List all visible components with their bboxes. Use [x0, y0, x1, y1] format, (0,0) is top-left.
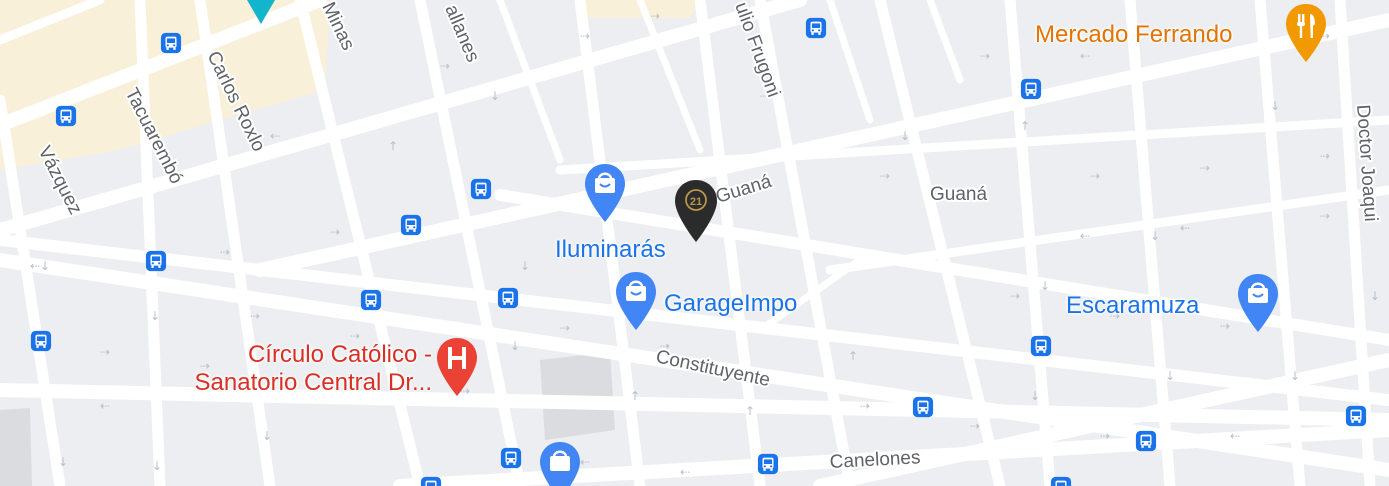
shopping-bag-pin-icon-garageimpo[interactable] [614, 270, 658, 332]
shopping-bag-pin-icon-bottom[interactable] [538, 440, 582, 486]
bus-stop-icon[interactable] [1345, 405, 1367, 427]
svg-text:↓: ↓ [40, 259, 50, 273]
hospital-pin-icon[interactable] [435, 336, 479, 398]
century21-badge-text: 21 [690, 196, 702, 208]
svg-text:↓: ↓ [510, 339, 520, 353]
svg-text:⇢: ⇢ [970, 419, 980, 433]
bus-stop-icon[interactable] [360, 289, 382, 311]
svg-text:↑: ↑ [1020, 119, 1030, 133]
svg-text:⇠: ⇠ [1230, 429, 1240, 443]
svg-text:↓: ↓ [1040, 279, 1050, 293]
svg-text:↑: ↑ [848, 349, 858, 363]
bus-stop-icon[interactable] [500, 447, 522, 469]
bus-stop-icon[interactable] [145, 250, 167, 272]
svg-text:⇢: ⇢ [580, 29, 590, 43]
bus-stop-icon[interactable] [912, 396, 934, 418]
svg-text:⇢: ⇢ [440, 59, 450, 73]
svg-text:↑: ↑ [630, 389, 640, 403]
bus-stop-icon[interactable] [1135, 430, 1157, 452]
svg-text:↓: ↓ [900, 129, 910, 143]
bus-stop-icon[interactable] [160, 32, 182, 54]
svg-text:⇢: ⇢ [100, 345, 110, 359]
bus-stop-icon[interactable] [55, 105, 77, 127]
svg-text:⇢: ⇢ [330, 225, 340, 239]
svg-text:↑: ↑ [745, 404, 755, 418]
svg-text:⇢: ⇢ [1100, 429, 1110, 443]
svg-text:⇢: ⇢ [560, 321, 570, 335]
shopping-bag-pin-icon-iluminaras[interactable] [583, 162, 627, 224]
bus-stop-icon[interactable] [1030, 335, 1052, 357]
svg-text:⇠: ⇠ [1080, 229, 1090, 243]
poi-iluminaras-label[interactable]: Iluminarás [555, 236, 666, 264]
svg-text:↓: ↓ [1290, 369, 1300, 383]
svg-text:↓: ↓ [1370, 289, 1380, 303]
svg-text:↓: ↓ [1150, 229, 1160, 243]
century21-pin-icon[interactable]: 21 [673, 178, 719, 244]
svg-text:⇢: ⇢ [860, 399, 870, 413]
bus-stop-icon[interactable] [400, 214, 422, 236]
bus-stop-icon[interactable] [420, 476, 442, 486]
restaurant-pin-icon[interactable] [1284, 2, 1328, 64]
svg-text:↓: ↓ [1165, 369, 1175, 383]
svg-text:⇠: ⇠ [30, 259, 40, 273]
svg-text:⇢: ⇢ [880, 169, 890, 183]
bus-stop-icon[interactable] [1020, 78, 1042, 100]
svg-text:⇢: ⇢ [1220, 319, 1230, 333]
svg-text:⇢: ⇢ [220, 245, 230, 259]
svg-text:⇠: ⇠ [1080, 49, 1090, 63]
svg-text:⇢: ⇢ [1320, 149, 1330, 163]
svg-text:⇢: ⇢ [1090, 169, 1100, 183]
poi-circulo-catolico-label-line2[interactable]: Sanatorio Central Dr... [142, 369, 432, 397]
svg-text:⇢: ⇢ [1010, 289, 1020, 303]
svg-text:⇢: ⇢ [980, 49, 990, 63]
svg-text:↓: ↓ [58, 455, 68, 469]
svg-text:⇢: ⇢ [1200, 161, 1210, 175]
svg-text:↓: ↓ [262, 429, 272, 443]
bus-stop-icon[interactable] [1050, 476, 1072, 486]
poi-circulo-catolico-label-line1[interactable]: Círculo Católico - [192, 341, 432, 369]
poi-escaramuza-label[interactable]: Escaramuza [1066, 292, 1199, 320]
svg-text:⇢: ⇢ [250, 309, 260, 323]
svg-text:↓: ↓ [150, 309, 160, 323]
svg-text:⇠: ⇠ [1180, 221, 1190, 235]
svg-text:↓: ↓ [1030, 389, 1040, 403]
street-label-guana: Guaná [930, 184, 987, 205]
svg-text:↓: ↓ [152, 459, 162, 473]
bus-stop-icon[interactable] [30, 330, 52, 352]
poi-mercado-ferrando-label[interactable]: Mercado Ferrando [1035, 21, 1232, 49]
svg-text:⇠: ⇠ [680, 465, 690, 479]
svg-text:⇠: ⇠ [100, 399, 110, 413]
svg-text:↓: ↓ [520, 259, 530, 273]
poi-garageimpo-label[interactable]: GarageImpo [664, 290, 797, 318]
shopping-bag-pin-icon-escaramuza[interactable] [1236, 272, 1280, 334]
svg-text:⇢: ⇢ [1320, 209, 1330, 223]
svg-text:↓: ↓ [1270, 99, 1280, 113]
svg-text:⇠: ⇠ [270, 129, 280, 143]
svg-text:⇢: ⇢ [650, 9, 660, 23]
bus-stop-icon[interactable] [757, 453, 779, 475]
svg-text:↓: ↓ [490, 89, 500, 103]
bus-stop-icon[interactable] [470, 178, 492, 200]
bus-stop-icon[interactable] [805, 17, 827, 39]
map-canvas[interactable]: ⇠ ⇢ ⇢ ⇢ ⇢ ⇢ ⇠ ⇠ ⇢ ⇢ ⇢ ⇢ ⇢ ⇠ ⇠ ⇢ ⇢ ⇢ ⇢ ⇢ ⇠ ⇢ ⇢ ⇢ ⇢ ⇢ ⇢ ⇠ ⇠ ⇠ … [0, 0, 1389, 486]
svg-text:↑: ↑ [388, 139, 398, 153]
bus-stop-icon[interactable] [497, 287, 519, 309]
